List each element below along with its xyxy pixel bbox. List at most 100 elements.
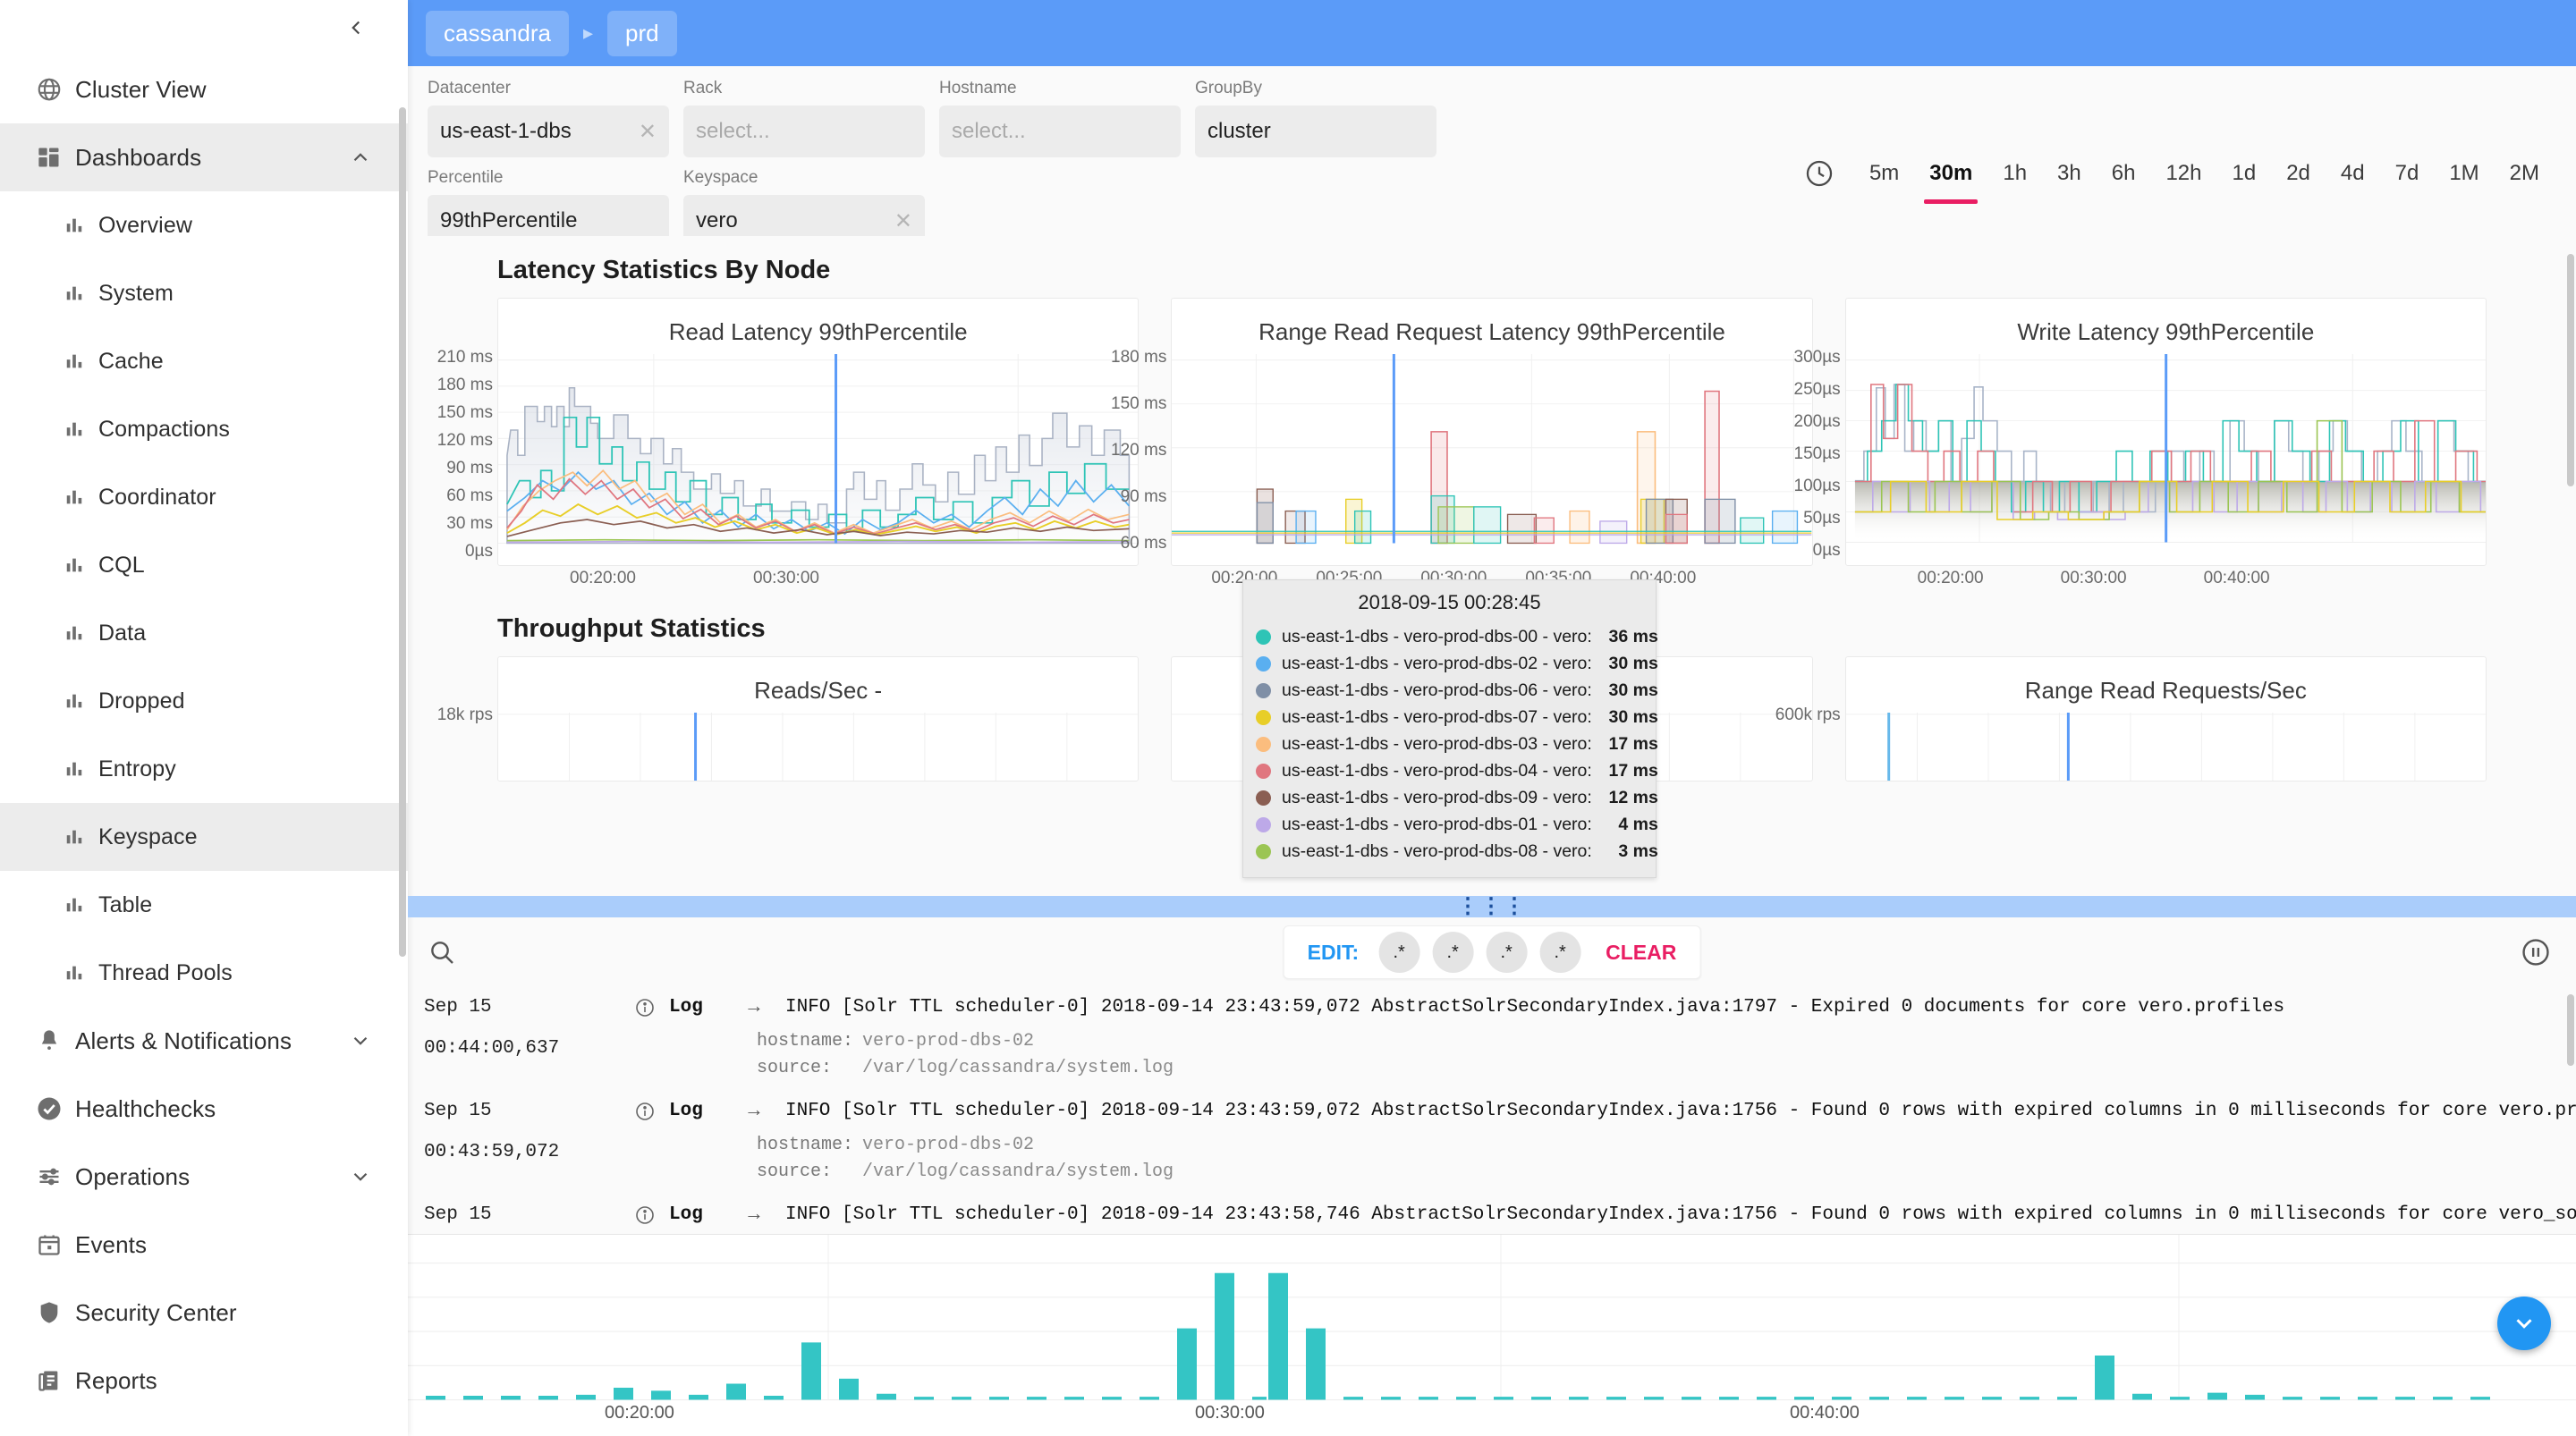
sidebar-collapse-button[interactable] (340, 12, 372, 44)
time-range-2M[interactable]: 2M (2495, 156, 2555, 191)
time-range-7d[interactable]: 7d (2380, 156, 2435, 191)
breadcrumb-item-cluster[interactable]: cassandra (426, 11, 569, 56)
sidebar-item-thread-pools[interactable]: Thread Pools (0, 939, 408, 1007)
sidebar-item-dashboards[interactable]: Dashboards (0, 123, 408, 191)
chart-range-read-requests-sec[interactable]: Range Read Requests/Sec 600k rps (1845, 656, 2487, 781)
time-range-1d[interactable]: 1d (2217, 156, 2272, 191)
y-tick: 250µs (1758, 380, 1841, 400)
dashboard-scrollbar[interactable] (2567, 254, 2574, 486)
sidebar-item-cql[interactable]: CQL (0, 531, 408, 599)
sidebar-item-label: Entropy (98, 756, 176, 782)
log-entry[interactable]: Sep 15 00:43:58,747 Log → INFO [Solr TTL… (408, 1195, 2576, 1234)
log-scrollbar[interactable] (2567, 994, 2574, 1066)
sidebar-item-entropy[interactable]: Entropy (0, 735, 408, 803)
filter-rack-select[interactable]: select... (683, 106, 925, 157)
filter-value: us-east-1-dbs (440, 119, 572, 144)
clear-button[interactable]: CLEAR (1606, 941, 1676, 965)
clear-icon[interactable]: ✕ (894, 208, 912, 234)
pause-icon[interactable] (2521, 937, 2551, 967)
series-color-dot (1256, 764, 1271, 779)
clock-icon[interactable] (1804, 158, 1835, 189)
chart-write-latency[interactable]: Write Latency 99thPercentile 300µs 250µs… (1845, 298, 2487, 566)
chart-svg (498, 354, 1138, 565)
sidebar-item-overview[interactable]: Overview (0, 191, 408, 259)
regex-filter-button-2[interactable]: .* (1432, 932, 1473, 973)
sidebar-item-alerts-notifications[interactable]: Alerts & Notifications (0, 1007, 408, 1075)
tooltip-series-value: 30 ms (1592, 654, 1658, 674)
tooltip-series-label: us-east-1-dbs - vero-prod-dbs-07 - vero: (1282, 707, 1592, 728)
sidebar-item-data[interactable]: Data (0, 599, 408, 667)
edit-label[interactable]: EDIT: (1308, 941, 1360, 965)
sidebar-item-cache[interactable]: Cache (0, 327, 408, 395)
chart-reads-sec[interactable]: Reads/Sec - 18k rps (497, 656, 1139, 781)
log-meta-row: source:/var/log/cassandra/system.log (757, 1159, 2576, 1186)
time-range-1h[interactable]: 1h (1987, 156, 2042, 191)
filter-label: Rack (683, 79, 925, 100)
chart-read-latency[interactable]: Read Latency 99thPercentile 210 ms 180 m… (497, 298, 1139, 566)
reports-icon (23, 1368, 75, 1393)
chevron-down-icon[interactable] (349, 1029, 372, 1052)
filter-groupby-select[interactable]: cluster (1195, 106, 1436, 157)
sidebar-item-dropped[interactable]: Dropped (0, 667, 408, 735)
log-histogram[interactable]: 00:20:00 00:30:00 00:40:00 (408, 1234, 2576, 1436)
time-range-3h[interactable]: 3h (2042, 156, 2097, 191)
chart-range-read-latency[interactable]: Range Read Request Latency 99thPercentil… (1171, 298, 1812, 566)
regex-filter-button-3[interactable]: .* (1486, 932, 1527, 973)
time-range-5m[interactable]: 5m (1854, 156, 1914, 191)
expand-arrow-icon[interactable]: → (723, 1091, 785, 1132)
log-entry-main: Sep 15 00:43:59,072 Log → INFO [Solr TTL… (408, 1091, 2576, 1132)
log-entry[interactable]: Sep 15 00:44:00,637 Log → INFO [Solr TTL… (408, 987, 2576, 1082)
log-list[interactable]: Sep 15 00:44:00,637 Log → INFO [Solr TTL… (408, 987, 2576, 1234)
sidebar-item-security-center[interactable]: Security Center (0, 1279, 408, 1347)
sidebar-item-reports[interactable]: Reports (0, 1347, 408, 1415)
sidebar-item-coordinator[interactable]: Coordinator (0, 463, 408, 531)
chevron-left-icon (344, 16, 368, 39)
sidebar-item-compactions[interactable]: Compactions (0, 395, 408, 463)
sidebar-item-table[interactable]: Table (0, 871, 408, 939)
sidebar-item-healthchecks[interactable]: Healthchecks (0, 1075, 408, 1143)
dashboard-grid-icon (23, 145, 75, 170)
y-tick: 30 ms (411, 514, 493, 534)
sidebar-item-cluster-view[interactable]: Cluster View (0, 55, 408, 123)
panel-splitter[interactable]: ⋮⋮⋮ (408, 896, 2576, 917)
sidebar-item-events[interactable]: Events (0, 1211, 408, 1279)
time-range-2d[interactable]: 2d (2271, 156, 2326, 191)
sidebar-item-operations[interactable]: Operations (0, 1143, 408, 1211)
tooltip-series-value: 30 ms (1592, 707, 1658, 728)
time-range-30m[interactable]: 30m (1914, 156, 1987, 191)
tooltip-row: us-east-1-dbs - vero-prod-dbs-03 - vero:… (1256, 731, 1643, 757)
tooltip-series-label: us-east-1-dbs - vero-prod-dbs-01 - vero: (1282, 815, 1592, 835)
clear-icon[interactable]: ✕ (639, 119, 657, 145)
sidebar-item-keyspace[interactable]: Keyspace (0, 803, 408, 871)
time-range-4d[interactable]: 4d (2326, 156, 2380, 191)
scroll-down-button[interactable] (2497, 1297, 2551, 1350)
info-icon[interactable] (630, 1195, 660, 1234)
time-range-6h[interactable]: 6h (2097, 156, 2151, 191)
log-entry[interactable]: Sep 15 00:43:59,072 Log → INFO [Solr TTL… (408, 1091, 2576, 1186)
series-color-dot (1256, 629, 1271, 645)
regex-filter-button-4[interactable]: .* (1539, 932, 1580, 973)
info-icon[interactable] (630, 1091, 660, 1132)
time-range-1M[interactable]: 1M (2434, 156, 2494, 191)
filter-datacenter-select[interactable]: us-east-1-dbs ✕ (428, 106, 669, 157)
chevron-up-icon[interactable] (349, 146, 372, 169)
filter-hostname-select[interactable]: select... (939, 106, 1181, 157)
chevron-down-icon (2511, 1310, 2538, 1337)
tooltip-row: us-east-1-dbs - vero-prod-dbs-04 - vero:… (1256, 757, 1643, 784)
bar-chart-icon (50, 963, 98, 983)
search-icon[interactable] (428, 938, 456, 967)
info-icon[interactable] (630, 987, 660, 1028)
time-range-12h[interactable]: 12h (2150, 156, 2216, 191)
expand-arrow-icon[interactable]: → (723, 1195, 785, 1234)
series-color-dot (1256, 844, 1271, 859)
globe-icon (23, 76, 75, 103)
expand-arrow-icon[interactable]: → (723, 987, 785, 1028)
sidebar-scrollbar[interactable] (399, 107, 406, 957)
sidebar-item-system[interactable]: System (0, 259, 408, 327)
regex-filter-button-1[interactable]: .* (1378, 932, 1419, 973)
bar-chart-icon (50, 827, 98, 847)
chevron-down-icon[interactable] (349, 1165, 372, 1188)
log-entry-meta: hostname:vero-prod-dbs-02 source:/var/lo… (408, 1132, 2576, 1186)
breadcrumb-item-env[interactable]: prd (607, 11, 677, 56)
chart-svg (498, 713, 1138, 781)
